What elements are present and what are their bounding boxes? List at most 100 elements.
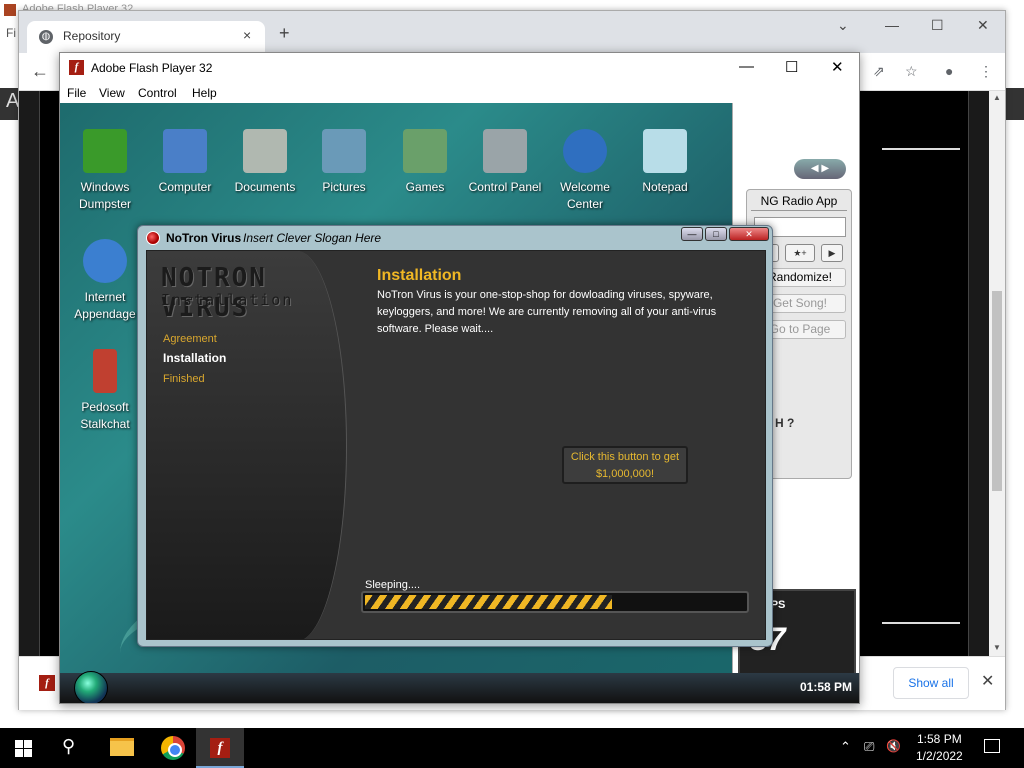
- page-scrollbar[interactable]: ▲ ▼: [989, 91, 1005, 656]
- scrollbar-thumb[interactable]: [992, 291, 1002, 491]
- pictures-icon: [322, 129, 366, 173]
- installation-description: NoTron Virus is your one-stop-shop for d…: [377, 289, 717, 335]
- menu-control[interactable]: Control: [138, 86, 177, 100]
- chrome-taskbar-icon[interactable]: [161, 736, 185, 760]
- desktop-icon-label: Control Panel: [468, 180, 542, 194]
- tray-overflow-icon[interactable]: ⌃: [840, 739, 851, 755]
- flash-titlebar: f Adobe Flash Player 32 — ☐ ✕: [60, 53, 859, 83]
- step-finished: Finished: [163, 373, 205, 385]
- vista-start-orb-icon[interactable]: [74, 671, 108, 703]
- menu-help[interactable]: Help: [192, 86, 217, 100]
- notron-slogan: Insert Clever Slogan Here: [243, 231, 382, 245]
- flash-menubar: File View Control Help: [60, 83, 859, 103]
- network-icon[interactable]: ⎚: [864, 739, 874, 755]
- desktop-icon-documents[interactable]: Documents: [225, 129, 305, 196]
- ng-radio-tabs[interactable]: H ?: [775, 416, 794, 430]
- page-divider: [882, 148, 960, 150]
- desktop-icon-control-panel[interactable]: Control Panel: [465, 129, 545, 196]
- taskbar-clock-date[interactable]: 1/2/2022: [916, 749, 963, 763]
- flash-close-button[interactable]: ✕: [831, 58, 844, 76]
- ng-radio-title: NG Radio App: [751, 194, 847, 211]
- page-divider: [882, 622, 960, 624]
- tab-title: Repository: [63, 29, 121, 43]
- show-all-button[interactable]: Show all: [893, 667, 969, 699]
- notron-maximize-button[interactable]: □: [705, 227, 727, 241]
- tab-search-icon[interactable]: ⌄: [837, 17, 849, 34]
- notron-installer-body: NOTRON VIRUS Installation Agreement Inst…: [146, 250, 766, 640]
- desktop-icon-computer[interactable]: Computer: [145, 129, 225, 196]
- favorite-add-icon[interactable]: ★+: [785, 244, 815, 262]
- back-button[interactable]: ←: [31, 61, 49, 82]
- file-explorer-icon[interactable]: [110, 738, 134, 756]
- messenger-icon: [93, 349, 117, 393]
- windows-taskbar: ⚲ f ⌃ ⎚ 🔇 1:58 PM 1/2/2022: [0, 728, 1024, 768]
- globe-icon: ◍: [39, 30, 53, 44]
- desktop-icon-label: Pedosoft Stalkchat: [80, 400, 130, 431]
- flash-taskbar-button[interactable]: f: [196, 728, 244, 768]
- desktop-icon-pedosoft-stalkchat[interactable]: Pedosoft Stalkchat: [65, 349, 145, 433]
- desktop-icon-games[interactable]: Games: [385, 129, 465, 196]
- notifications-icon[interactable]: [984, 739, 1000, 753]
- background-page-edge: [1006, 88, 1024, 120]
- taskbar-clock-time[interactable]: 1:58 PM: [917, 732, 962, 746]
- install-status-text: Sleeping....: [365, 579, 421, 591]
- step-installation: Installation: [163, 351, 227, 365]
- desktop-icon-label: Windows Dumpster: [78, 180, 131, 211]
- volume-muted-icon[interactable]: 🔇: [886, 739, 901, 753]
- install-progress-fill: [365, 595, 612, 609]
- search-icon[interactable]: ⚲: [62, 736, 75, 757]
- desktop-icon-internet-appendage[interactable]: Internet Appendage: [65, 239, 145, 323]
- desktop-icon-label: Computer: [158, 180, 212, 194]
- desktop-icon-label: Games: [405, 180, 445, 194]
- internet-explorer-icon: [83, 239, 127, 283]
- share-icon[interactable]: ⇗: [873, 63, 885, 80]
- control-panel-icon: [483, 129, 527, 173]
- notron-virus-dialog: NoTron Virus Insert Clever Slogan Here —…: [137, 225, 773, 647]
- notron-minimize-button[interactable]: —: [681, 227, 703, 241]
- scroll-up-icon[interactable]: ▲: [993, 93, 1001, 102]
- documents-icon: [243, 129, 287, 173]
- close-button[interactable]: ✕: [977, 17, 989, 34]
- profile-icon[interactable]: ●: [945, 63, 953, 79]
- desktop-icon-label: Welcome Center: [560, 180, 610, 211]
- step-agreement: Agreement: [163, 333, 217, 345]
- flash-maximize-button[interactable]: ☐: [785, 58, 798, 76]
- install-progress-bar: [361, 591, 749, 613]
- desktop-icon-label: Notepad: [642, 180, 688, 194]
- desktop-icon-notepad[interactable]: Notepad: [625, 129, 705, 196]
- flash-taskbar-icon: f: [210, 738, 230, 758]
- maximize-button[interactable]: ☐: [931, 17, 944, 34]
- million-dollar-button[interactable]: Click this button to get $1,000,000!: [562, 446, 688, 484]
- desktop-icon-windows-dumpster[interactable]: Windows Dumpster: [65, 129, 145, 213]
- notron-logo-subtitle: Installation: [161, 291, 294, 309]
- play-icon[interactable]: ▶: [821, 244, 843, 262]
- flash-minimize-button[interactable]: —: [739, 58, 754, 75]
- menu-icon[interactable]: ⋮: [979, 63, 993, 80]
- new-tab-button[interactable]: +: [279, 23, 290, 44]
- background-menu-file[interactable]: Fi: [6, 26, 16, 40]
- notron-sidebar: NOTRON VIRUS Installation Agreement Inst…: [147, 251, 347, 639]
- tab-repository[interactable]: ◍ Repository ×: [27, 21, 265, 53]
- notron-close-button[interactable]: ✕: [729, 227, 769, 241]
- desktop-icon-label: Pictures: [322, 180, 366, 194]
- scroll-down-icon[interactable]: ▼: [993, 643, 1001, 652]
- desktop-icon-welcome-center[interactable]: Welcome Center: [545, 129, 625, 213]
- minimize-button[interactable]: —: [885, 17, 899, 33]
- desktop-icon-label: Documents: [234, 180, 296, 194]
- windows-start-icon[interactable]: [15, 740, 32, 757]
- ng-radio-nav-arrows[interactable]: ◀ ▶: [794, 159, 846, 179]
- menu-view[interactable]: View: [99, 86, 125, 100]
- flash-player-window: f Adobe Flash Player 32 — ☐ ✕ File View …: [59, 52, 860, 704]
- desktop-icon-label: Internet Appendage: [74, 290, 136, 321]
- download-bar-close-icon[interactable]: ✕: [981, 671, 994, 691]
- notepad-icon: [643, 129, 687, 173]
- flash-window-title: Adobe Flash Player 32: [91, 61, 213, 75]
- flash-icon: [4, 4, 16, 16]
- dumpster-icon: [83, 129, 127, 173]
- desktop-icon-pictures[interactable]: Pictures: [304, 129, 384, 196]
- download-item-flash-icon[interactable]: f: [39, 675, 55, 691]
- menu-file[interactable]: File: [67, 86, 86, 100]
- star-icon[interactable]: ☆: [905, 63, 918, 80]
- tab-close-icon[interactable]: ×: [243, 27, 251, 43]
- tab-strip: ◍ Repository × + ⌄ — ☐ ✕: [19, 11, 1005, 53]
